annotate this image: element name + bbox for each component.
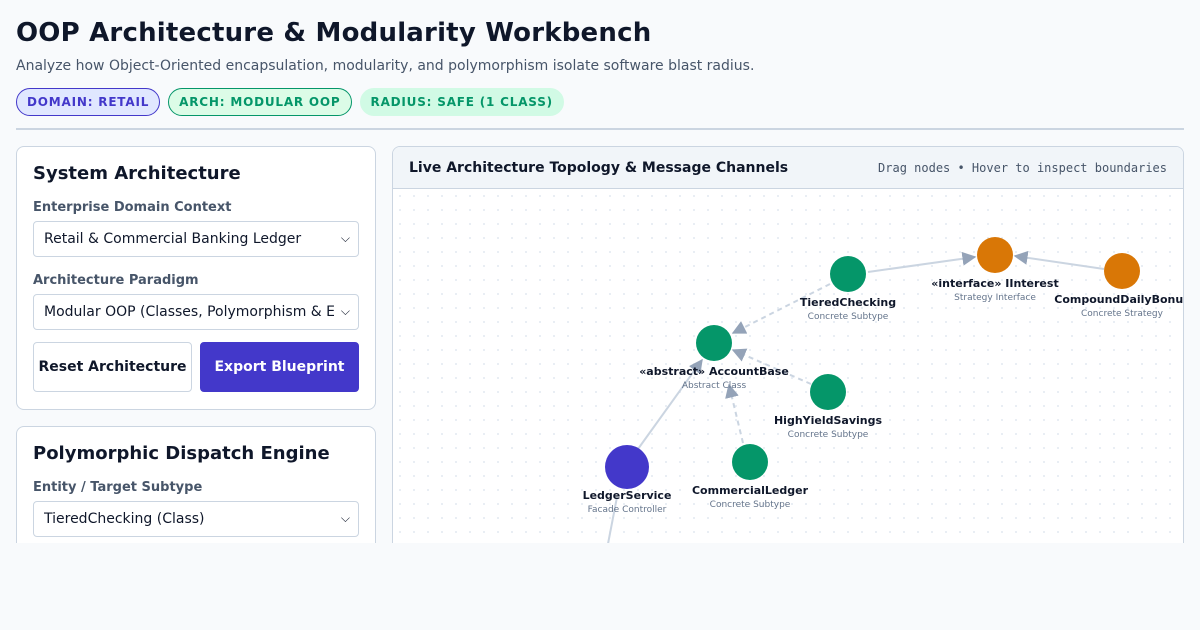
node-iinterest[interactable]: «interface» IInterest Strategy Interface xyxy=(931,237,1059,303)
node-name: TieredChecking xyxy=(800,296,896,309)
domain-context-label: Enterprise Domain Context xyxy=(33,200,232,215)
chevron-down-icon: ⌵ xyxy=(340,304,350,318)
node-high-yield-savings[interactable]: HighYieldSavings Concrete Subtype xyxy=(774,374,883,440)
node-circle[interactable] xyxy=(1104,253,1140,289)
topology-graph: TieredChecking Concrete Subtype «interfa… xyxy=(583,237,1184,550)
action-buttons: Reset Architecture Export Blueprint xyxy=(33,342,359,392)
target-subtype-select[interactable]: TieredChecking (Class) ⌵ xyxy=(33,501,359,537)
node-role: Strategy Interface xyxy=(954,293,1036,303)
node-commercial-ledger[interactable]: CommercialLedger Concrete Subtype xyxy=(692,444,809,510)
topology-header: Live Architecture Topology & Message Cha… xyxy=(393,147,1183,189)
node-name: HighYieldSavings xyxy=(774,414,883,427)
node-circle[interactable] xyxy=(830,256,866,292)
node-role: Concrete Subtype xyxy=(710,500,791,510)
paradigm-value: Modular OOP (Classes, Polymorphism & Enc… xyxy=(44,304,334,320)
node-tiered-checking[interactable]: TieredChecking Concrete Subtype xyxy=(800,256,896,322)
page-title: OOP Architecture & Modularity Workbench xyxy=(16,18,652,48)
topology-panel: Live Architecture Topology & Message Cha… xyxy=(392,146,1184,566)
node-name: LedgerService xyxy=(583,489,672,502)
node-role: Concrete Strategy xyxy=(1081,309,1164,319)
node-account-base[interactable]: «abstract» AccountBase Abstract Class xyxy=(639,325,789,391)
architecture-badge: ARCH: MODULAR OOP xyxy=(168,88,352,116)
chevron-down-icon: ⌵ xyxy=(340,231,350,245)
export-blueprint-button[interactable]: Export Blueprint xyxy=(200,342,359,392)
node-name: «abstract» AccountBase xyxy=(639,365,789,378)
target-subtype-label: Entity / Target Subtype xyxy=(33,480,203,495)
node-name: «interface» IInterest xyxy=(931,277,1058,290)
edge-compound-to-iinterest xyxy=(1013,250,1105,270)
edge-tiered-to-iinterest xyxy=(867,251,977,273)
paradigm-select[interactable]: Modular OOP (Classes, Polymorphism & Enc… xyxy=(33,294,359,330)
blast-radius-badge: RADIUS: SAFE (1 CLASS) xyxy=(359,88,564,116)
edge-commercial-to-accountbase xyxy=(725,383,744,444)
topology-title: Live Architecture Topology & Message Cha… xyxy=(409,159,789,176)
domain-context-value: Retail & Commercial Banking Ledger xyxy=(44,231,302,247)
domain-context-select[interactable]: Retail & Commercial Banking Ledger ⌵ xyxy=(33,221,359,257)
page-header: OOP Architecture & Modularity Workbench … xyxy=(16,18,1184,74)
chevron-down-icon: ⌵ xyxy=(340,511,350,525)
page-subtitle: Analyze how Object-Oriented encapsulatio… xyxy=(16,58,755,74)
topology-canvas[interactable]: TieredChecking Concrete Subtype «interfa… xyxy=(393,189,1184,565)
dispatch-engine-title: Polymorphic Dispatch Engine xyxy=(33,443,330,464)
node-circle[interactable] xyxy=(605,445,649,489)
node-circle[interactable] xyxy=(810,374,846,410)
node-role: Concrete Subtype xyxy=(808,312,889,322)
system-architecture-panel: System Architecture Enterprise Domain Co… xyxy=(16,146,376,410)
node-ledger-service[interactable]: LedgerService Facade Controller xyxy=(583,445,672,515)
node-circle[interactable] xyxy=(732,444,768,480)
domain-badge: DOMAIN: RETAIL xyxy=(16,88,161,116)
viewport-bottom-fill xyxy=(0,543,1200,630)
header-divider xyxy=(16,128,1184,130)
target-subtype-value: TieredChecking (Class) xyxy=(44,511,205,527)
node-role: Abstract Class xyxy=(682,381,747,391)
reset-architecture-button[interactable]: Reset Architecture xyxy=(33,342,192,392)
paradigm-label: Architecture Paradigm xyxy=(33,273,199,288)
node-role: Facade Controller xyxy=(588,505,667,515)
system-architecture-title: System Architecture xyxy=(33,163,241,184)
node-name: CompoundDailyBonus xyxy=(1054,293,1184,306)
topology-hint: Drag nodes • Hover to inspect boundaries xyxy=(878,160,1167,175)
node-name: CommercialLedger xyxy=(692,484,809,497)
node-circle[interactable] xyxy=(696,325,732,361)
node-circle[interactable] xyxy=(977,237,1013,273)
node-role: Concrete Subtype xyxy=(788,430,869,440)
status-badges: DOMAIN: RETAIL ARCH: MODULAR OOP RADIUS:… xyxy=(16,88,564,116)
node-compound-daily-bonus[interactable]: CompoundDailyBonus Concrete Strategy xyxy=(1054,253,1184,319)
